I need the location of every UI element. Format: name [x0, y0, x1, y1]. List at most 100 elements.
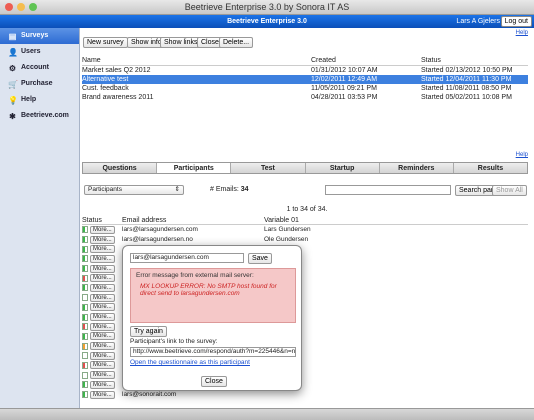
- status-cell: More...: [82, 322, 122, 331]
- survey-row[interactable]: Market sales Q2 2012 01/31/2012 10:07 AM S…: [82, 66, 528, 75]
- column-created[interactable]: Created: [311, 56, 421, 66]
- app-header: Beetrieve Enterprise 3.0 Lars A Gjelers …: [0, 15, 534, 28]
- close-window-button[interactable]: [5, 3, 13, 11]
- more-button[interactable]: More...: [90, 293, 115, 302]
- more-button[interactable]: More...: [90, 371, 115, 380]
- tab-reminders[interactable]: Reminders: [380, 163, 454, 173]
- try-again-button[interactable]: Try again: [130, 326, 167, 337]
- more-button[interactable]: More...: [90, 351, 115, 360]
- column-variable[interactable]: Variable 01: [264, 216, 528, 225]
- sidebar-item-help[interactable]: 💡 Help: [0, 92, 79, 108]
- tab-results[interactable]: Results: [454, 163, 527, 173]
- tab-questions[interactable]: Questions: [83, 163, 158, 173]
- error-message-box: Error message from external mail server:…: [130, 268, 296, 323]
- status-cell: More...: [82, 313, 122, 322]
- survey-status: Started 12/04/2011 11:30 PM: [421, 76, 512, 83]
- minimize-window-button[interactable]: [17, 3, 25, 11]
- survey-created: 11/05/2011 09:21 PM: [311, 85, 377, 92]
- show-all-button[interactable]: Show All: [492, 185, 527, 196]
- more-button[interactable]: More...: [90, 264, 115, 273]
- status-indicator: [82, 371, 88, 379]
- app-title: Beetrieve Enterprise 3.0: [227, 18, 307, 25]
- sidebar-item-users[interactable]: 👤 Users: [0, 44, 79, 60]
- survey-row[interactable]: Cust. feedback 11/05/2011 09:21 PM Started…: [82, 84, 528, 93]
- column-name[interactable]: Name: [82, 56, 311, 66]
- more-button[interactable]: More...: [90, 235, 115, 244]
- purchase-icon: 🛒: [8, 79, 18, 89]
- result-range: 1 to 34 of 34.: [286, 206, 328, 213]
- show-links-button[interactable]: Show links: [160, 37, 202, 48]
- error-message: MX LOOKUP ERROR: No SMTP host found for …: [140, 283, 277, 297]
- sidebar-item-beetrieve-com[interactable]: ✱ Beetrieve.com: [0, 108, 79, 124]
- close-popup-button[interactable]: Close: [201, 376, 227, 387]
- new-survey-button[interactable]: New survey: [83, 37, 128, 48]
- help-link-top[interactable]: Help: [516, 30, 528, 36]
- survey-row[interactable]: Alternative test 12/02/2011 12:49 AM Start…: [82, 75, 528, 84]
- more-button[interactable]: More...: [90, 313, 115, 322]
- more-button[interactable]: More...: [90, 380, 115, 389]
- sidebar-item-account[interactable]: ⚙ Account: [0, 60, 79, 76]
- status-indicator: [82, 332, 88, 340]
- participants-table-header: Status Email address Variable 01: [82, 216, 528, 225]
- more-button[interactable]: More...: [90, 254, 115, 263]
- participants-filter-select[interactable]: Participants ⇕: [84, 185, 184, 195]
- zoom-window-button[interactable]: [29, 3, 37, 11]
- status-indicator: [82, 313, 88, 321]
- survey-name: Cust. feedback: [82, 85, 129, 92]
- email-count: # Emails: 34: [210, 186, 249, 193]
- sidebar-item-label: Purchase: [21, 80, 53, 87]
- more-button[interactable]: More...: [90, 361, 115, 370]
- column-status[interactable]: Status: [421, 56, 528, 66]
- status-indicator: [82, 381, 88, 389]
- status-cell: More...: [82, 264, 122, 273]
- participant-row[interactable]: More... lars@larsagundersen.com Lars Gunde…: [82, 225, 528, 235]
- more-button[interactable]: More...: [90, 283, 115, 292]
- sidebar-item-label: Help: [21, 96, 37, 103]
- tab-test[interactable]: Test: [231, 163, 306, 173]
- sidebar-item-surveys[interactable]: ▤ Surveys: [0, 28, 79, 44]
- tab-startup[interactable]: Startup: [306, 163, 380, 173]
- status-indicator: [82, 391, 88, 399]
- participant-variable: rbottom: [264, 264, 528, 274]
- survey-row[interactable]: Brand awareness 2011 04/28/2011 03:53 PM S…: [82, 93, 528, 102]
- participant-search-input[interactable]: [325, 185, 451, 195]
- help-icon: 💡: [8, 95, 18, 105]
- users-icon: 👤: [8, 47, 18, 57]
- participant-link-field[interactable]: http://www.beetrieve.com/respond/auth?m=…: [130, 347, 296, 357]
- tab-participants[interactable]: Participants: [157, 163, 232, 173]
- more-button[interactable]: More...: [90, 390, 115, 399]
- status-indicator: [82, 236, 88, 244]
- status-cell: More...: [82, 332, 122, 341]
- more-button[interactable]: More...: [90, 245, 115, 254]
- more-button[interactable]: More...: [90, 342, 115, 351]
- more-button[interactable]: More...: [90, 332, 115, 341]
- save-button[interactable]: Save: [248, 253, 272, 264]
- window-statusbar: [0, 408, 534, 420]
- window-title: Beetrieve Enterprise 3.0 by Sonora IT AS: [184, 2, 350, 12]
- status-cell: More...: [82, 235, 122, 244]
- more-button[interactable]: More...: [90, 322, 115, 331]
- sidebar-item-purchase[interactable]: 🛒 Purchase: [0, 76, 79, 92]
- more-button[interactable]: More...: [90, 303, 115, 312]
- logout-button[interactable]: Log out: [500, 16, 532, 27]
- column-status[interactable]: Status: [82, 216, 122, 225]
- status-cell: More...: [82, 371, 122, 380]
- delete-survey-button[interactable]: Delete...: [219, 37, 254, 48]
- status-indicator: [82, 245, 88, 253]
- status-cell: More...: [82, 254, 122, 263]
- participant-email-field[interactable]: lars@larsagundersen.com: [130, 253, 244, 263]
- open-questionnaire-link[interactable]: Open the questionnaire as this participa…: [130, 359, 250, 366]
- status-indicator: [82, 342, 88, 350]
- help-link-bottom[interactable]: Help: [516, 152, 528, 158]
- participant-variable: Ole Gundersen: [264, 235, 309, 243]
- status-indicator: [82, 352, 88, 360]
- filter-value: Participants: [88, 186, 122, 193]
- column-email[interactable]: Email address: [122, 216, 264, 225]
- more-button[interactable]: More...: [90, 225, 115, 234]
- participant-row[interactable]: More... lars@larsagundersen.no Ole Gunders…: [82, 235, 528, 245]
- more-button[interactable]: More...: [90, 274, 115, 283]
- survey-name: Market sales Q2 2012: [82, 67, 151, 74]
- sidebar-item-label: Surveys: [21, 32, 49, 39]
- participant-row[interactable]: More... lars@sonorait.com: [82, 390, 528, 400]
- status-indicator: [82, 255, 88, 263]
